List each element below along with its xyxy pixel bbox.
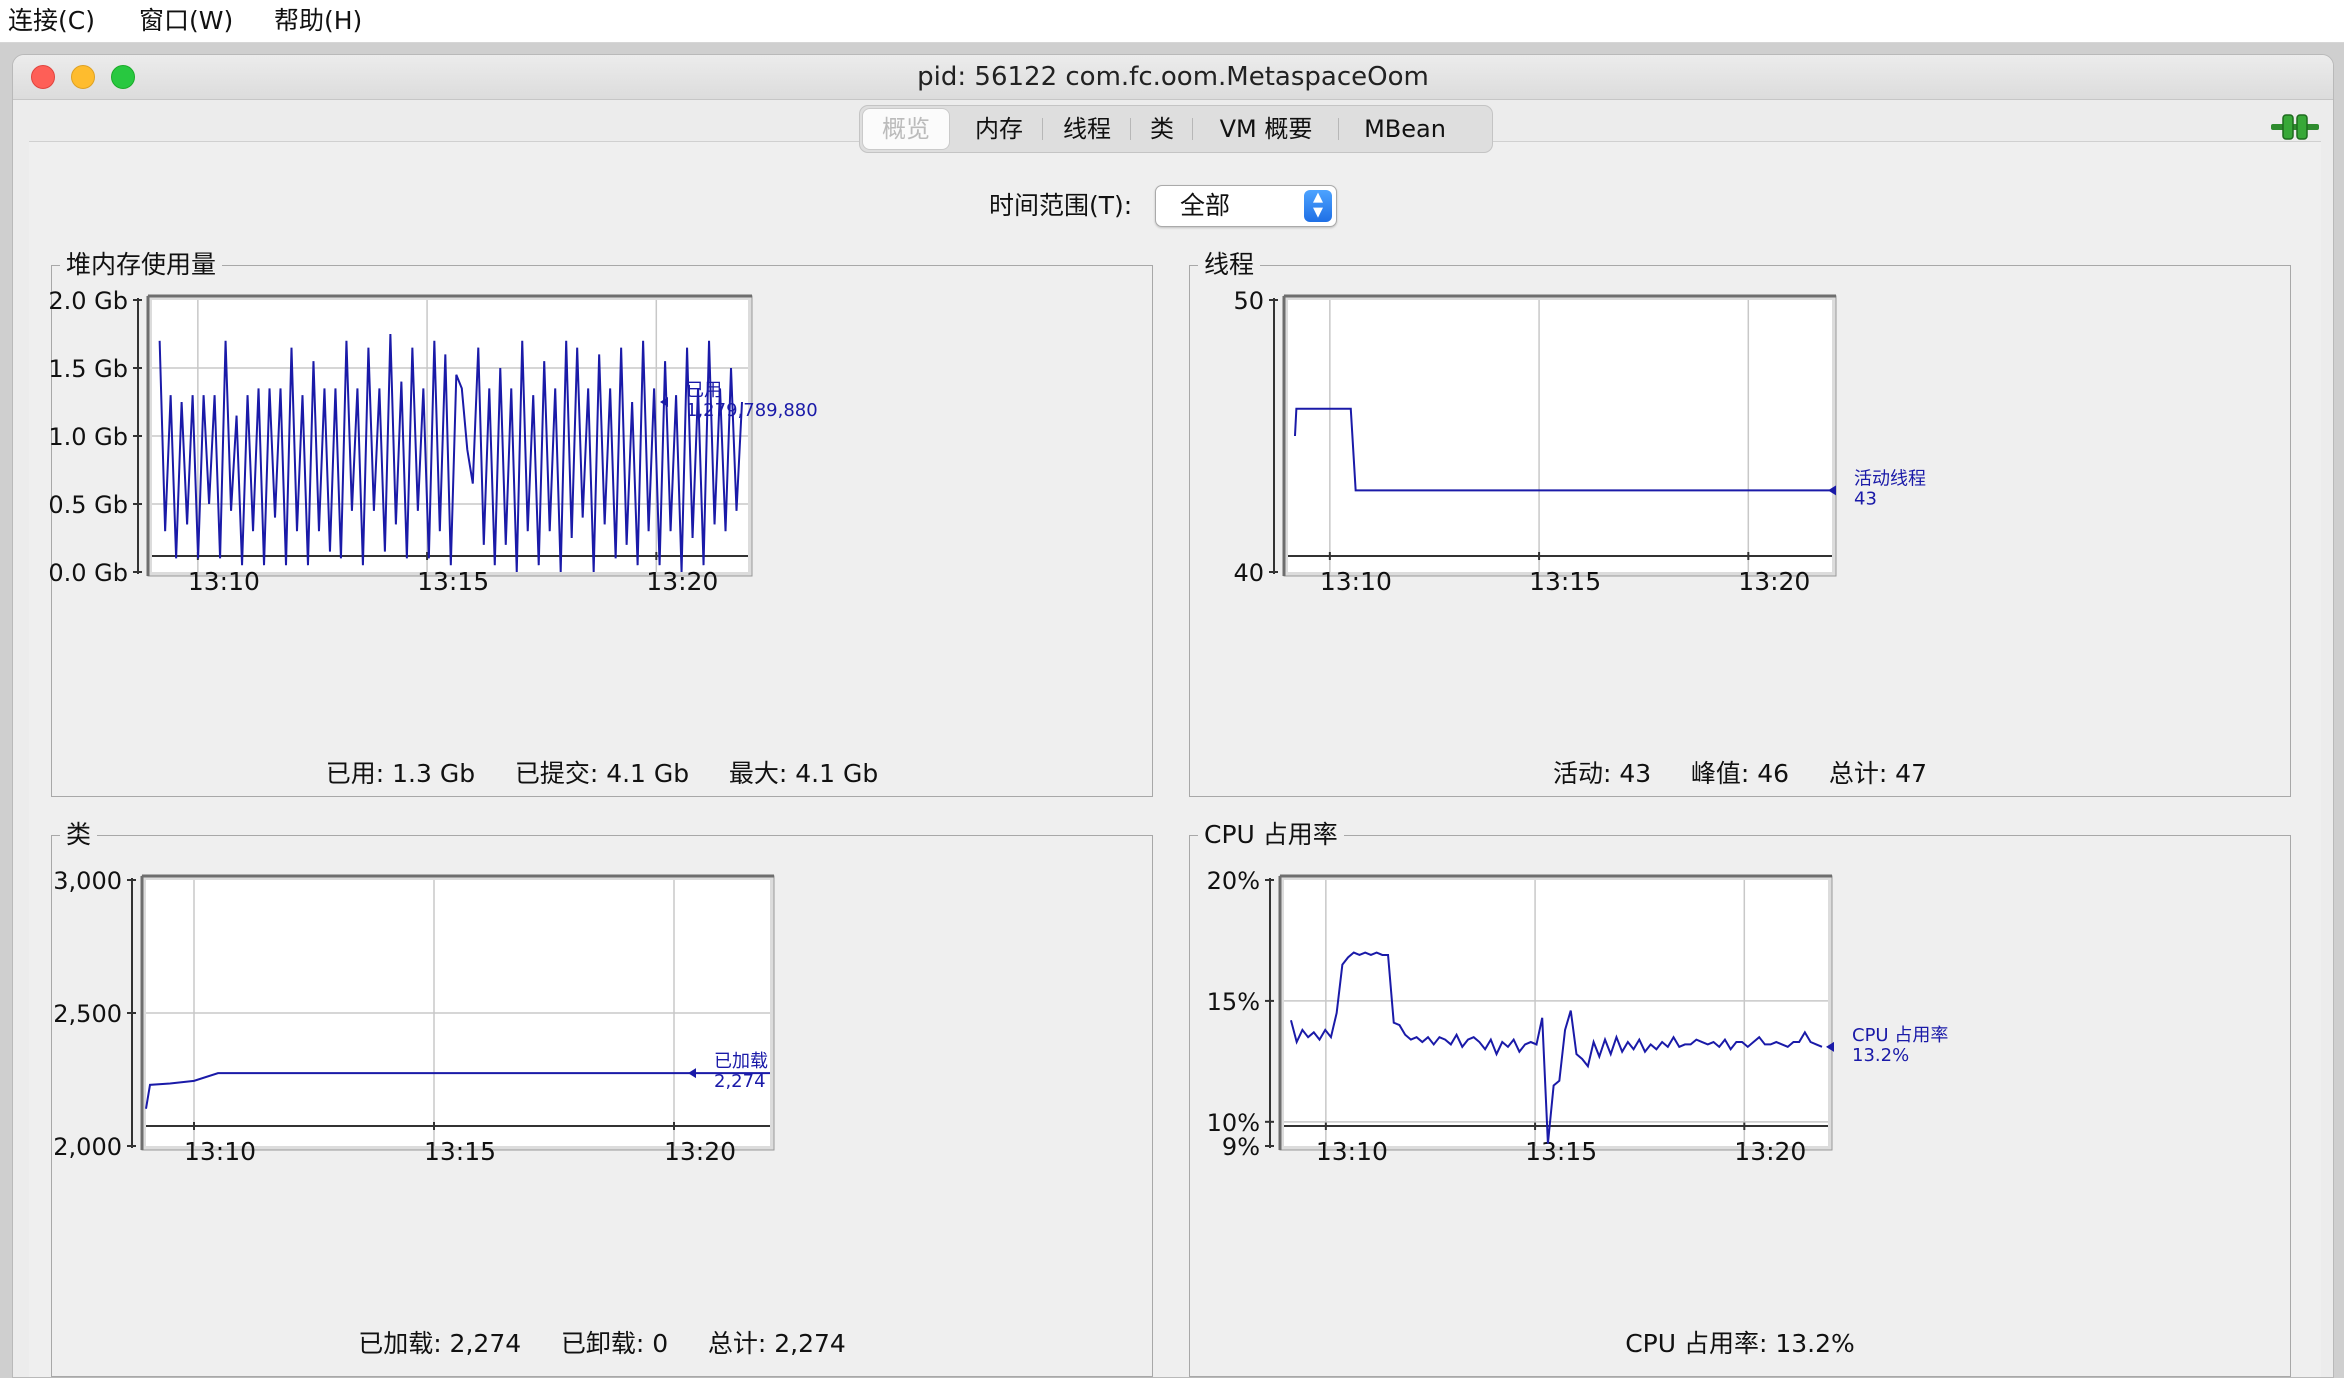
tab-bar: 概览 内存 线程 类 VM 概要 MBean [859,105,1493,153]
x-tick-label: 13:10 [1316,1137,1388,1166]
legend-series-value: 43 [1854,488,1877,509]
heap-memory-chart: 13:10 13:15 13:200.0 Gb0.5 Gb1.0 Gb1.5 Gb2… [48,287,818,596]
threads-chart: 13:10 13:15 13:20 40 50 活动线程43 [1233,287,1926,596]
y-tick-label: 1.5 Gb [48,355,128,383]
legend-series-name: 已加载 [714,1051,768,1072]
y-tick-label: 2,000 [53,1133,122,1161]
cpu-chart: 13:10 13:15 13:20 9%10% 15% 20% CPU 占用率13.2% [1207,867,1949,1166]
x-tick-label: 13:15 [1529,567,1601,596]
plot-area [1288,300,1832,572]
window-title: pid: 56122 com.fc.oom.MetaspaceOom [917,62,1429,92]
y-tick-label: 0.5 Gb [48,491,128,519]
x-tick-label: 13:15 [424,1137,496,1166]
heap-summary: 已用: 1.3 Gb 已提交: 4.1 Gb 最大: 4.1 Gb [325,759,879,788]
menu-window[interactable]: 窗口(W) [139,5,233,37]
y-tick-label: 3,000 [53,867,122,895]
tab-overview[interactable]: 概览 [862,108,950,150]
cpu-panel: CPU 占用率 13:10 13:15 13:20 9% 10% 15% 20% CPU 占用… [1189,820,2291,1377]
y-tick-label: 1.0 Gb [48,423,128,451]
tab-separator [1192,118,1193,140]
tab-threads[interactable]: 线程 [1044,106,1130,152]
classes-panel: 类 13:10 13:15 13:20 2,000 2,500 3,000 已加载 2,274… [51,820,1153,1377]
x-tick-label: 13:20 [664,1137,736,1166]
title-bar: pid: 56122 com.fc.oom.MetaspaceOom [13,55,2333,100]
legend-series-name: CPU 占用率 [1852,1025,1948,1046]
heap-memory-panel: 堆内存使用量 13:10 13:15 13:20 0.0 Gb 0.5 Gb 1.0 Gb… [48,250,1153,797]
y-tick-label: 2.0 Gb [48,287,128,315]
tab-separator [1042,118,1043,140]
menu-bar: 连接(C) 窗口(W) 帮助(H) [0,0,2344,43]
y-tick-label: 40 [1233,559,1264,587]
x-tick-label: 13:10 [188,567,260,596]
y-tick-label: 10% [1207,1109,1260,1137]
menu-help[interactable]: 帮助(H) [274,5,362,37]
tab-mbean[interactable]: MBean [1340,106,1470,152]
x-tick-label: 13:20 [1738,567,1810,596]
y-tick-label: 15% [1207,988,1260,1016]
chevron-updown-icon: ▲ ▼ [1304,190,1332,222]
tab-separator [1130,118,1131,140]
x-tick-label: 13:20 [1734,1137,1806,1166]
plot-area [1284,880,1828,1146]
x-tick-label: 13:10 [184,1137,256,1166]
tab-separator [1338,118,1339,140]
x-tick-label: 13:15 [1525,1137,1597,1166]
menu-connection[interactable]: 连接(C) [8,5,95,37]
legend-series-value: 1,279,789,880 [686,400,818,421]
time-range-label: 时间范围(T): [989,191,1133,220]
tab-vm-summary[interactable]: VM 概要 [1194,106,1338,152]
threads-summary: 活动: 43 峰值: 46 总计: 47 [1552,759,1927,788]
classes-chart: 13:10 13:15 13:20 2,000 2,500 3,000 已加载2,274 [53,867,775,1166]
y-tick-label: 2,500 [53,1000,122,1028]
classes-summary: 已加载: 2,274 已卸载: 0 总计: 2,274 [358,1329,846,1358]
x-tick-label: 13:10 [1320,567,1392,596]
legend-series-value: 13.2% [1852,1045,1909,1066]
y-tick-label: 0.0 Gb [48,559,128,587]
connection-plug-icon[interactable] [2271,113,2319,141]
threads-panel: 线程 13:10 13:15 13:20 40 50 活动线程 43 活动: 43 峰值: … [1189,250,2291,797]
tab-memory[interactable]: 内存 [956,106,1042,152]
legend-series-name: 已用 [686,380,722,401]
time-range-value: 全部 [1180,191,1231,220]
y-tick-label: 20% [1207,867,1260,895]
y-tick-label: 50 [1233,287,1264,315]
app-window: pid: 56122 com.fc.oom.MetaspaceOom 概览 内存… [12,54,2334,1378]
legend-series-name: 活动线程 [1854,468,1926,489]
legend-series-value: 2,274 [714,1071,766,1092]
cpu-summary: CPU 占用率: 13.2% [1625,1329,1855,1358]
y-tick-label: 9% [1222,1133,1260,1161]
tab-classes[interactable]: 类 [1132,106,1192,152]
time-range-select[interactable]: 全部 ▲ ▼ [1155,185,1337,227]
x-tick-label: 13:15 [417,567,489,596]
